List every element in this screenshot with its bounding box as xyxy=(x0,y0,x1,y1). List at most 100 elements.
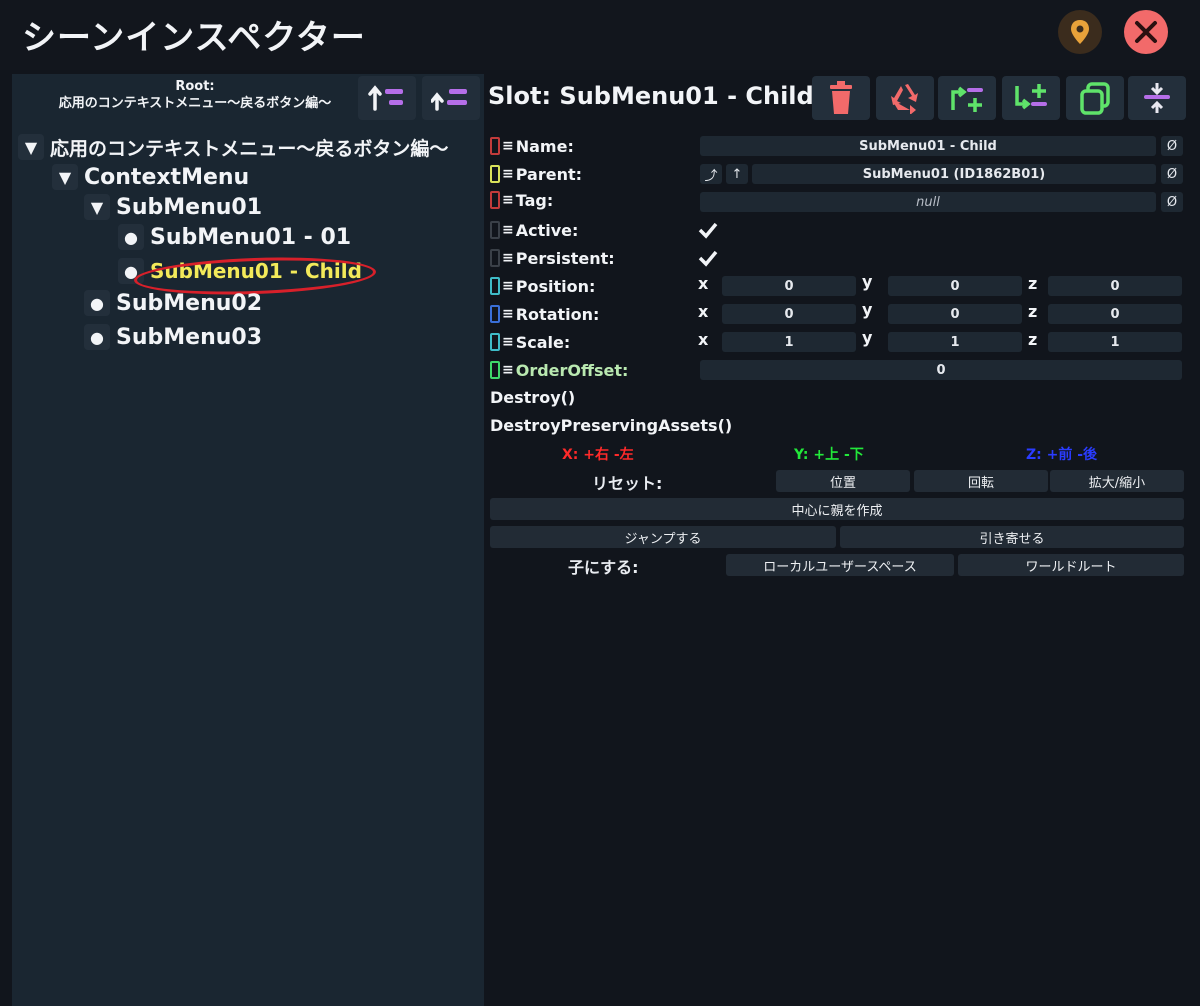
axis-x-label: x xyxy=(698,302,709,321)
select-parent-button[interactable]: ↑ xyxy=(726,164,748,184)
destroy-method[interactable]: Destroy() xyxy=(490,388,575,407)
tag-field[interactable]: null xyxy=(700,192,1156,212)
drag-handle-icon[interactable]: ≡ xyxy=(502,138,514,154)
drag-handle-icon[interactable]: ≡ xyxy=(502,278,514,294)
clear-name-button[interactable]: Ø xyxy=(1161,136,1183,156)
tree-node-label: ContextMenu xyxy=(84,164,250,190)
tree-node-submenu02[interactable]: ● SubMenu02 xyxy=(84,288,262,318)
tree-node-label: SubMenu03 xyxy=(116,324,263,350)
move-up-to-root-icon[interactable] xyxy=(358,76,416,120)
type-indicator-icon xyxy=(490,191,500,209)
reset-scale-button[interactable]: 拡大/縮小 xyxy=(1050,470,1184,492)
move-up-level-icon[interactable] xyxy=(422,76,480,120)
tree-node-submenu01[interactable]: ▼ SubMenu01 xyxy=(84,192,262,222)
order-offset-property: ≡ OrderOffset: xyxy=(490,358,628,382)
type-indicator-icon xyxy=(490,305,500,323)
y-axis-hint: Y: +上 -下 xyxy=(794,447,864,463)
axis-y-label: y xyxy=(862,272,873,291)
tree-node-label: SubMenu01 - 01 xyxy=(150,224,352,250)
make-child-label: 子にする: xyxy=(568,558,639,577)
scale-y-field[interactable]: 1 xyxy=(888,332,1022,352)
tree-node-root[interactable]: ▼ 応用のコンテキストメニュー～戻るボタン編～ xyxy=(18,132,448,162)
rotation-property: ≡ Rotation: xyxy=(490,302,599,326)
drag-handle-icon[interactable]: ≡ xyxy=(502,334,514,350)
hierarchy-panel: Root: 応用のコンテキストメニュー～戻るボタン編～ ▼ 応用のコンテキストメ… xyxy=(12,74,484,1006)
inspector-panel: Slot: SubMenu01 - Child ≡ Name: SubMenu0… xyxy=(484,70,1200,1006)
drag-handle-icon[interactable]: ≡ xyxy=(502,306,514,322)
reset-position-button[interactable]: 位置 xyxy=(776,470,910,492)
axis-x-label: x xyxy=(698,274,709,293)
type-indicator-icon xyxy=(490,249,500,267)
location-pin-icon[interactable] xyxy=(1058,10,1102,54)
rotation-x-field[interactable]: 0 xyxy=(722,304,856,324)
position-x-field[interactable]: 0 xyxy=(722,276,856,296)
position-label: Position: xyxy=(515,276,596,296)
type-indicator-icon xyxy=(490,277,500,295)
parent-property: ≡ Parent: xyxy=(490,162,582,186)
axis-y-label: y xyxy=(862,300,873,319)
tag-property: ≡ Tag: xyxy=(490,188,553,212)
tree-toggle-icon[interactable]: ▼ xyxy=(84,194,110,220)
axis-z-label: z xyxy=(1028,330,1038,349)
create-parent-at-center-button[interactable]: 中心に親を作成 xyxy=(490,498,1184,520)
parent-field[interactable]: SubMenu01 (ID1862B01) xyxy=(752,164,1156,184)
parent-label: Parent: xyxy=(515,164,583,184)
scale-z-field[interactable]: 1 xyxy=(1048,332,1182,352)
active-label: Active: xyxy=(515,220,579,240)
add-child-icon[interactable] xyxy=(1002,76,1060,120)
order-offset-label: OrderOffset: xyxy=(515,360,629,380)
axis-y-label: y xyxy=(862,328,873,347)
z-axis-hint: Z: +前 -後 xyxy=(1026,447,1098,463)
clear-tag-button[interactable]: Ø xyxy=(1161,192,1183,212)
drag-handle-icon[interactable]: ≡ xyxy=(502,192,514,208)
trash-icon[interactable] xyxy=(812,76,870,120)
rotation-y-field[interactable]: 0 xyxy=(888,304,1022,324)
jump-to-parent-button[interactable]: ⤴ xyxy=(700,164,722,184)
name-field[interactable]: SubMenu01 - Child xyxy=(700,136,1156,156)
tree-leaf-dot-icon: ● xyxy=(118,224,144,250)
active-checkbox[interactable] xyxy=(698,220,718,240)
persistent-checkbox[interactable] xyxy=(698,248,718,268)
drag-handle-icon[interactable]: ≡ xyxy=(502,166,514,182)
axis-z-label: z xyxy=(1028,302,1038,321)
root-caption: Root: xyxy=(175,79,215,94)
reset-rotation-button[interactable]: 回転 xyxy=(914,470,1048,492)
destroy-preserving-assets-method[interactable]: DestroyPreservingAssets() xyxy=(490,416,732,435)
type-indicator-icon xyxy=(490,333,500,351)
tree-toggle-icon[interactable]: ▼ xyxy=(52,164,78,190)
tree-leaf-dot-icon: ● xyxy=(84,290,110,316)
rotation-z-field[interactable]: 0 xyxy=(1048,304,1182,324)
axis-z-label: z xyxy=(1028,274,1038,293)
root-label: Root: 応用のコンテキストメニュー～戻るボタン編～ xyxy=(12,78,378,112)
tag-label: Tag: xyxy=(515,190,554,210)
persistent-label: Persistent: xyxy=(515,248,615,268)
drag-handle-icon[interactable]: ≡ xyxy=(502,222,514,238)
name-label: Name: xyxy=(515,136,574,156)
center-pivot-icon[interactable] xyxy=(1128,76,1186,120)
world-root-button[interactable]: ワールドルート xyxy=(958,554,1184,576)
recycle-icon[interactable] xyxy=(876,76,934,120)
duplicate-icon[interactable] xyxy=(1066,76,1124,120)
close-icon[interactable] xyxy=(1124,10,1168,54)
reset-label: リセット: xyxy=(592,474,663,493)
drag-handle-icon[interactable]: ≡ xyxy=(502,362,514,378)
insert-parent-icon[interactable] xyxy=(938,76,996,120)
type-indicator-icon xyxy=(490,137,500,155)
active-property: ≡ Active: xyxy=(490,218,578,242)
tree-toggle-icon[interactable]: ▼ xyxy=(18,134,44,160)
jump-to-button[interactable]: ジャンプする xyxy=(490,526,836,548)
tree-node-submenu01-01[interactable]: ● SubMenu01 - 01 xyxy=(118,222,351,252)
name-property: ≡ Name: xyxy=(490,134,574,158)
root-name: 応用のコンテキストメニュー～戻るボタン編～ xyxy=(58,96,332,111)
order-offset-field[interactable]: 0 xyxy=(700,360,1182,380)
tree-node-submenu03[interactable]: ● SubMenu03 xyxy=(84,322,262,352)
scale-x-field[interactable]: 1 xyxy=(722,332,856,352)
bring-to-button[interactable]: 引き寄せる xyxy=(840,526,1184,548)
local-user-space-button[interactable]: ローカルユーザースペース xyxy=(726,554,954,576)
position-z-field[interactable]: 0 xyxy=(1048,276,1182,296)
drag-handle-icon[interactable]: ≡ xyxy=(502,250,514,266)
clear-parent-button[interactable]: Ø xyxy=(1161,164,1183,184)
x-axis-hint: X: +右 -左 xyxy=(562,447,634,463)
tree-node-contextmenu[interactable]: ▼ ContextMenu xyxy=(52,162,249,192)
position-y-field[interactable]: 0 xyxy=(888,276,1022,296)
